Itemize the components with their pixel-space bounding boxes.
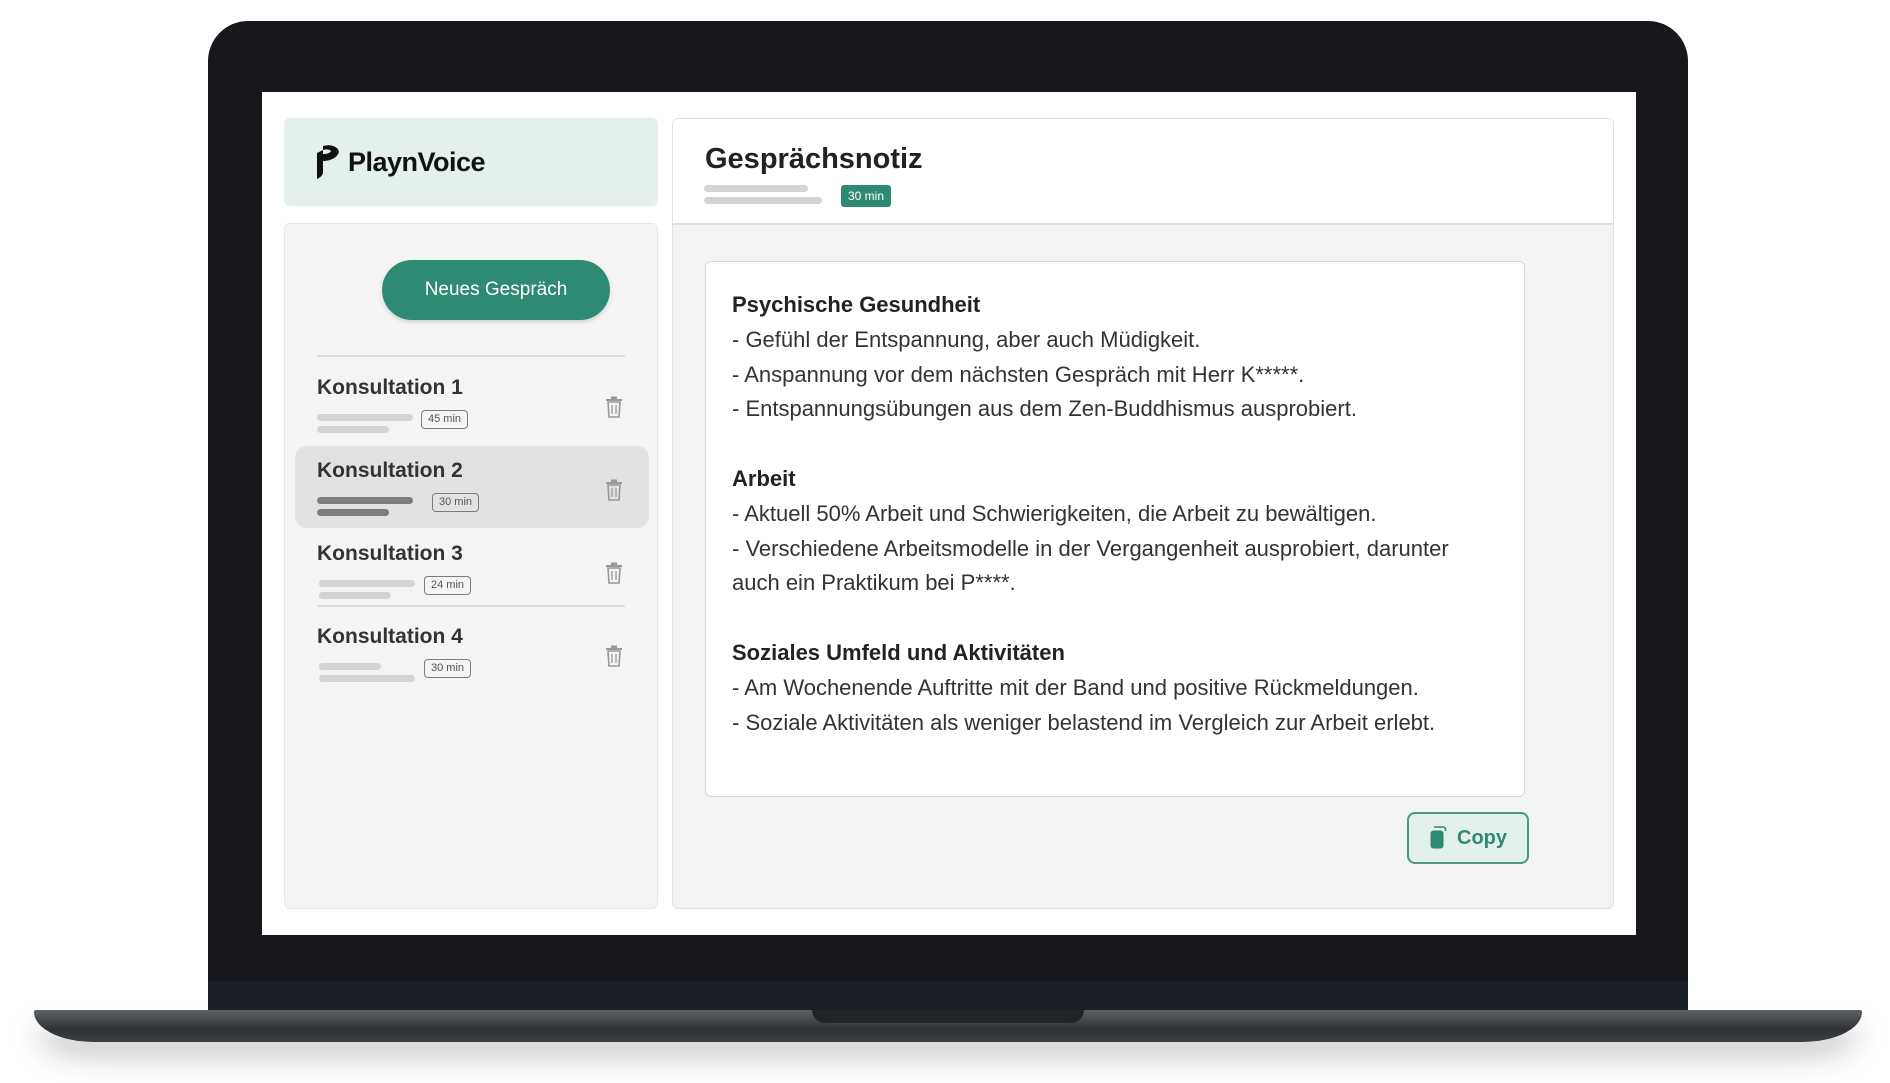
divider <box>317 605 625 607</box>
conversation-title: Konsultation 3 <box>317 542 463 565</box>
copy-label: Copy <box>1457 826 1507 849</box>
placeholder-line <box>317 414 413 421</box>
trash-icon[interactable] <box>605 479 623 501</box>
note-line: - Anspannung vor dem nächsten Gespräch m… <box>732 361 1305 387</box>
conversation-item-3[interactable]: Konsultation 3 24 min <box>295 529 649 611</box>
placeholder-line <box>319 663 381 670</box>
new-conversation-button[interactable]: Neues Gespräch <box>382 260 610 320</box>
note-line: - Verschiedene Arbeitsmodelle in der Ver… <box>732 535 1449 596</box>
conversation-title: Konsultation 1 <box>317 376 463 399</box>
note-header: Gesprächsnotiz 30 min <box>673 119 1613 225</box>
sidebar: Neues Gespräch Konsultation 1 45 min Kon… <box>284 223 658 909</box>
note-section: Soziales Umfeld und Aktivitäten - Am Woc… <box>732 636 1498 740</box>
conversation-item-1[interactable]: Konsultation 1 45 min <box>295 363 649 445</box>
placeholder-line <box>317 509 389 516</box>
section-heading: Psychische Gesundheit <box>732 292 981 317</box>
conversation-item-2[interactable]: Konsultation 2 30 min <box>295 446 649 528</box>
note-line: - Soziale Aktivitäten als weniger belast… <box>732 709 1436 735</box>
placeholder-line <box>319 592 391 599</box>
placeholder-line <box>704 197 822 204</box>
app-name: PlaynVoice <box>348 146 486 177</box>
app-screen: PlaynVoice Neues Gespräch Konsultation 1… <box>262 92 1636 935</box>
conversation-item-4[interactable]: Konsultation 4 30 min <box>295 612 649 694</box>
note-line: - Gefühl der Entspannung, aber auch Müdi… <box>732 326 1201 352</box>
placeholder-line <box>317 426 389 433</box>
note-section: Arbeit - Aktuell 50% Arbeit und Schwieri… <box>732 462 1498 601</box>
note-line: - Aktuell 50% Arbeit und Schwierigkeiten… <box>732 500 1377 526</box>
page-title: Gesprächsnotiz <box>705 143 923 175</box>
logo-card: PlaynVoice <box>284 118 658 206</box>
placeholder-line <box>317 497 413 504</box>
note-section: Psychische Gesundheit - Gefühl der Entsp… <box>732 288 1498 427</box>
duration-badge: 30 min <box>841 185 892 207</box>
divider <box>317 355 625 357</box>
duration-badge: 45 min <box>421 410 469 429</box>
copy-icon <box>1430 826 1447 849</box>
section-heading: Arbeit <box>732 465 796 491</box>
note-content[interactable]: Psychische Gesundheit - Gefühl der Entsp… <box>705 261 1525 797</box>
trash-icon[interactable] <box>605 396 623 418</box>
trash-icon[interactable] <box>605 645 623 667</box>
conversation-title: Konsultation 4 <box>317 625 463 648</box>
copy-button[interactable]: Copy <box>1407 812 1529 864</box>
main-panel: Gesprächsnotiz 30 min Psychische Gesundh… <box>672 118 1614 909</box>
playnvoice-logo-icon <box>317 145 339 179</box>
duration-badge: 24 min <box>424 576 472 595</box>
conversation-title: Konsultation 2 <box>317 459 463 482</box>
placeholder-line <box>319 580 415 587</box>
placeholder-line <box>319 675 415 682</box>
note-line: - Am Wochenende Auftritte mit der Band u… <box>732 674 1419 700</box>
duration-badge: 30 min <box>424 659 472 678</box>
placeholder-line <box>704 185 808 192</box>
laptop-notch <box>812 1010 1084 1023</box>
note-line: - Entspannungsübungen aus dem Zen-Buddhi… <box>732 396 1357 422</box>
trash-icon[interactable] <box>605 562 623 584</box>
duration-badge: 30 min <box>432 493 480 512</box>
section-heading: Soziales Umfeld und Aktivitäten <box>732 639 1065 665</box>
